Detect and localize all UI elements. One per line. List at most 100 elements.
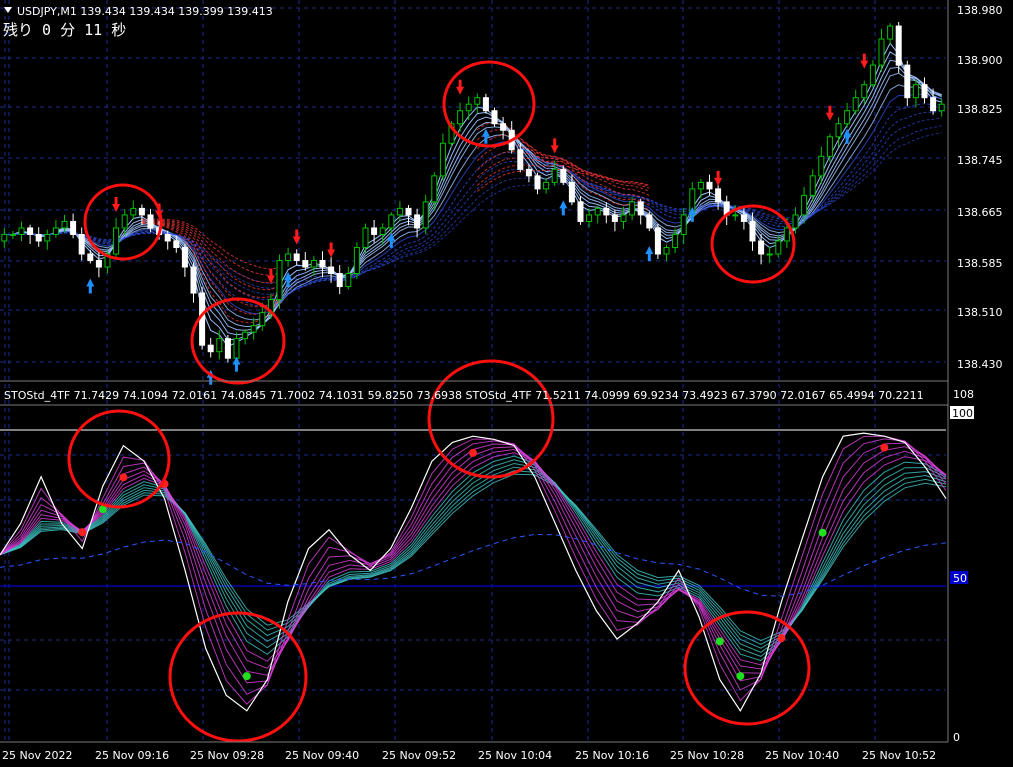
bear-candle bbox=[224, 338, 231, 359]
highlight-circle bbox=[67, 409, 171, 509]
bull-candle bbox=[474, 97, 481, 105]
stochastic-ribbon-line bbox=[0, 446, 947, 676]
bull-candle bbox=[938, 103, 945, 112]
price-tick: 138.510 bbox=[957, 306, 1003, 319]
bear-candle bbox=[482, 97, 489, 112]
level-50-value: 50 bbox=[953, 572, 967, 585]
highlight-circle bbox=[683, 610, 811, 726]
bull-candle bbox=[680, 214, 687, 235]
highlight-circle bbox=[427, 359, 555, 479]
signal-dot-red bbox=[119, 473, 128, 482]
bull-candle bbox=[826, 136, 833, 157]
indicator-axis-min: 0 bbox=[953, 731, 960, 744]
bull-candle bbox=[276, 260, 283, 301]
stochastic-ribbon-line bbox=[0, 452, 947, 666]
bull-candle bbox=[379, 227, 386, 235]
bull-candle bbox=[362, 227, 369, 248]
indicator-label: STOStd_4TF 71.7429 74.1094 72.0161 74.08… bbox=[4, 389, 924, 402]
bear-candle bbox=[500, 123, 507, 131]
bull-candle bbox=[732, 214, 739, 217]
bear-candle bbox=[207, 344, 214, 353]
bear-candle bbox=[181, 246, 188, 268]
bull-candle bbox=[285, 253, 292, 262]
bear-candle bbox=[654, 227, 661, 255]
bull-candle bbox=[422, 201, 429, 229]
highlight-circle bbox=[442, 60, 536, 148]
bull-candle bbox=[835, 123, 842, 138]
price-tick: 138.430 bbox=[957, 358, 1003, 371]
bull-candle bbox=[388, 214, 395, 229]
symbol-line: USDJPY,M1 139.434 139.434 139.399 139.41… bbox=[17, 5, 273, 18]
bull-candle bbox=[775, 240, 782, 255]
bull-candle bbox=[792, 214, 799, 229]
bull-candle bbox=[9, 233, 16, 236]
time-tick: 25 Nov 09:28 bbox=[190, 749, 264, 762]
bull-candle bbox=[431, 175, 438, 203]
bear-candle bbox=[491, 110, 498, 125]
bear-candle bbox=[758, 240, 765, 255]
stochastic-ribbon-line bbox=[0, 455, 947, 662]
stochastic-ribbon-line bbox=[0, 438, 947, 695]
moving-average-line bbox=[4, 59, 942, 336]
sell-arrow-icon bbox=[714, 170, 723, 186]
bear-candle bbox=[637, 201, 644, 216]
time-axis: 25 Nov 2022 25 Nov 09:16 25 Nov 09:28 25… bbox=[2, 749, 936, 762]
trading-chart[interactable]: USDJPY,M1 139.434 139.434 139.399 139.41… bbox=[0, 0, 1013, 767]
bear-candle bbox=[603, 207, 610, 216]
highlight-circle bbox=[168, 611, 308, 743]
time-tick: 25 Nov 2022 bbox=[2, 749, 72, 762]
time-tick: 25 Nov 10:52 bbox=[862, 749, 936, 762]
sell-arrow-icon bbox=[825, 105, 834, 121]
bull-candle bbox=[869, 64, 876, 86]
bear-candle bbox=[405, 207, 412, 216]
bull-candle bbox=[457, 110, 464, 125]
bull-candle bbox=[233, 338, 240, 359]
bull-candle bbox=[852, 97, 859, 112]
bear-candle bbox=[706, 181, 713, 190]
price-tick: 138.665 bbox=[957, 206, 1003, 219]
bull-candle bbox=[586, 214, 593, 222]
bear-candle bbox=[517, 149, 524, 170]
bull-candle bbox=[465, 103, 472, 112]
bear-candle bbox=[414, 214, 421, 229]
signal-dot-red bbox=[469, 448, 477, 457]
buy-arrow-icon bbox=[232, 356, 241, 372]
bear-candle bbox=[164, 233, 171, 242]
moving-average-line bbox=[4, 125, 942, 290]
bear-candle bbox=[560, 168, 567, 183]
moving-average-line bbox=[4, 103, 942, 307]
bear-candle bbox=[302, 260, 309, 268]
bear-candle bbox=[646, 214, 653, 229]
price-tick: 138.745 bbox=[957, 154, 1003, 167]
price-tick: 138.585 bbox=[957, 257, 1003, 270]
bear-candle bbox=[371, 227, 378, 235]
bear-candle bbox=[568, 181, 575, 203]
bull-candle bbox=[801, 194, 808, 216]
bull-candle bbox=[766, 253, 773, 256]
bull-candle bbox=[844, 110, 851, 125]
time-tick: 25 Nov 09:16 bbox=[95, 749, 169, 762]
bull-candle bbox=[113, 227, 120, 255]
signal-dot-green bbox=[242, 672, 251, 681]
bull-candle bbox=[887, 25, 894, 40]
moving-average-ribbon bbox=[4, 42, 942, 348]
bear-candle bbox=[930, 97, 937, 112]
moving-average-line bbox=[4, 42, 942, 348]
time-tick: 25 Nov 10:16 bbox=[575, 749, 649, 762]
bull-candle bbox=[672, 233, 679, 248]
bear-candle bbox=[525, 168, 532, 177]
moving-average-red-line bbox=[141, 218, 280, 270]
bear-candle bbox=[577, 201, 584, 222]
time-tick: 25 Nov 10:04 bbox=[478, 749, 552, 762]
level-100-value: 100 bbox=[952, 407, 973, 420]
bear-candle bbox=[95, 260, 102, 268]
bull-candle bbox=[783, 227, 790, 242]
bull-candle bbox=[629, 201, 636, 216]
bull-candle bbox=[121, 214, 128, 229]
time-tick: 25 Nov 09:52 bbox=[382, 749, 456, 762]
bull-candle bbox=[310, 260, 317, 268]
bear-candle bbox=[147, 214, 154, 229]
moving-average-red-line bbox=[141, 222, 280, 308]
bull-candle bbox=[353, 246, 360, 275]
indicator-axis-max: 108 bbox=[953, 388, 974, 401]
